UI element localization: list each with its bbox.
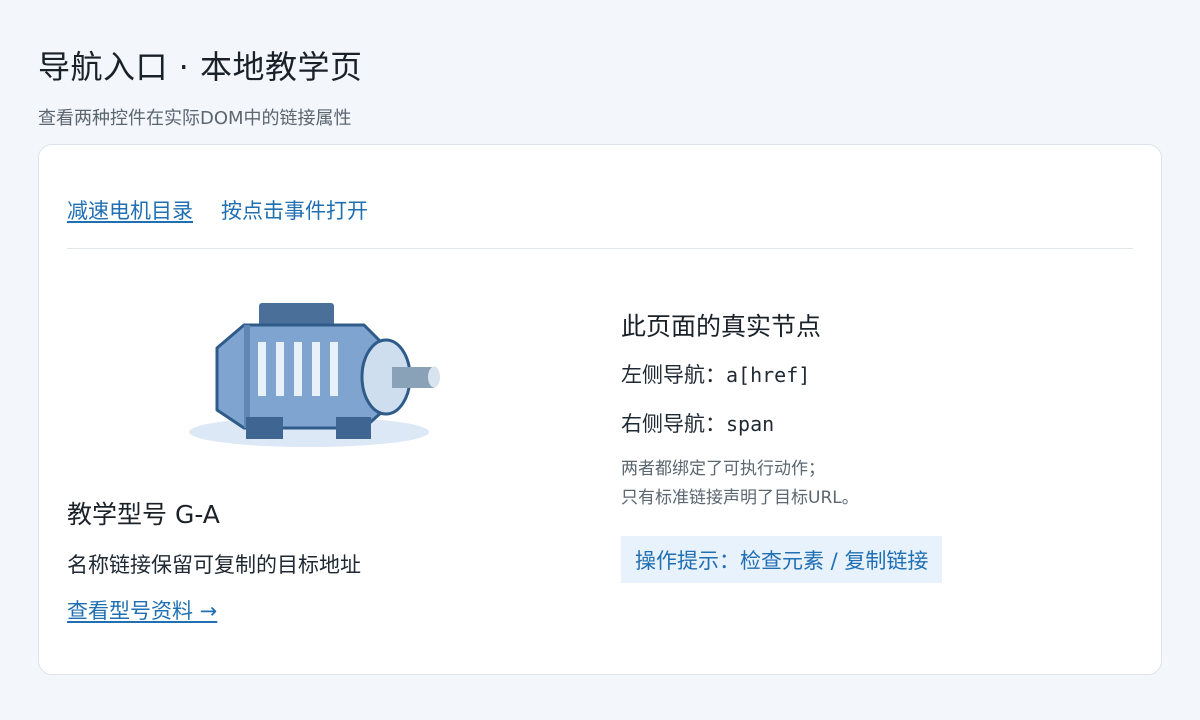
motor-illustration-icon	[189, 303, 440, 447]
info-left-label: 左侧导航：	[621, 363, 726, 387]
nav-link-motor-catalog[interactable]: 减速电机目录	[67, 195, 193, 225]
page-subtitle: 查看两种控件在实际DOM中的链接属性	[38, 108, 352, 129]
content-card: 减速电机目录 按点击事件打开 教学型号 G-A 名称链接保留可复制的目标地址 查…	[38, 144, 1162, 675]
info-note-line1: 两者都绑定了可执行动作；	[621, 459, 825, 479]
nav-bar: 减速电机目录 按点击事件打开	[67, 195, 368, 225]
info-right-value: span	[726, 412, 775, 436]
product-description: 名称链接保留可复制的目标地址	[67, 553, 361, 577]
divider	[67, 248, 1133, 249]
info-title: 此页面的真实节点	[621, 312, 822, 341]
nav-span-click-open[interactable]: 按点击事件打开	[221, 195, 368, 225]
page-title: 导航入口 · 本地教学页	[38, 48, 363, 86]
product-title: 教学型号 G-A	[67, 500, 220, 529]
hint-badge: 操作提示：检查元素 / 复制链接	[621, 536, 943, 583]
info-left-value: a[href]	[726, 363, 811, 387]
product-details-link[interactable]: 查看型号资料 →	[67, 595, 217, 625]
info-right-label: 右侧导航：	[621, 412, 726, 436]
info-note-line2: 只有标准链接声明了目标URL。	[621, 488, 859, 508]
info-left-nav: 左侧导航：a[href]	[621, 359, 810, 389]
info-note: 两者都绑定了可执行动作； 只有标准链接声明了目标URL。	[621, 455, 859, 513]
info-right-nav: 右侧导航：span	[621, 408, 774, 438]
